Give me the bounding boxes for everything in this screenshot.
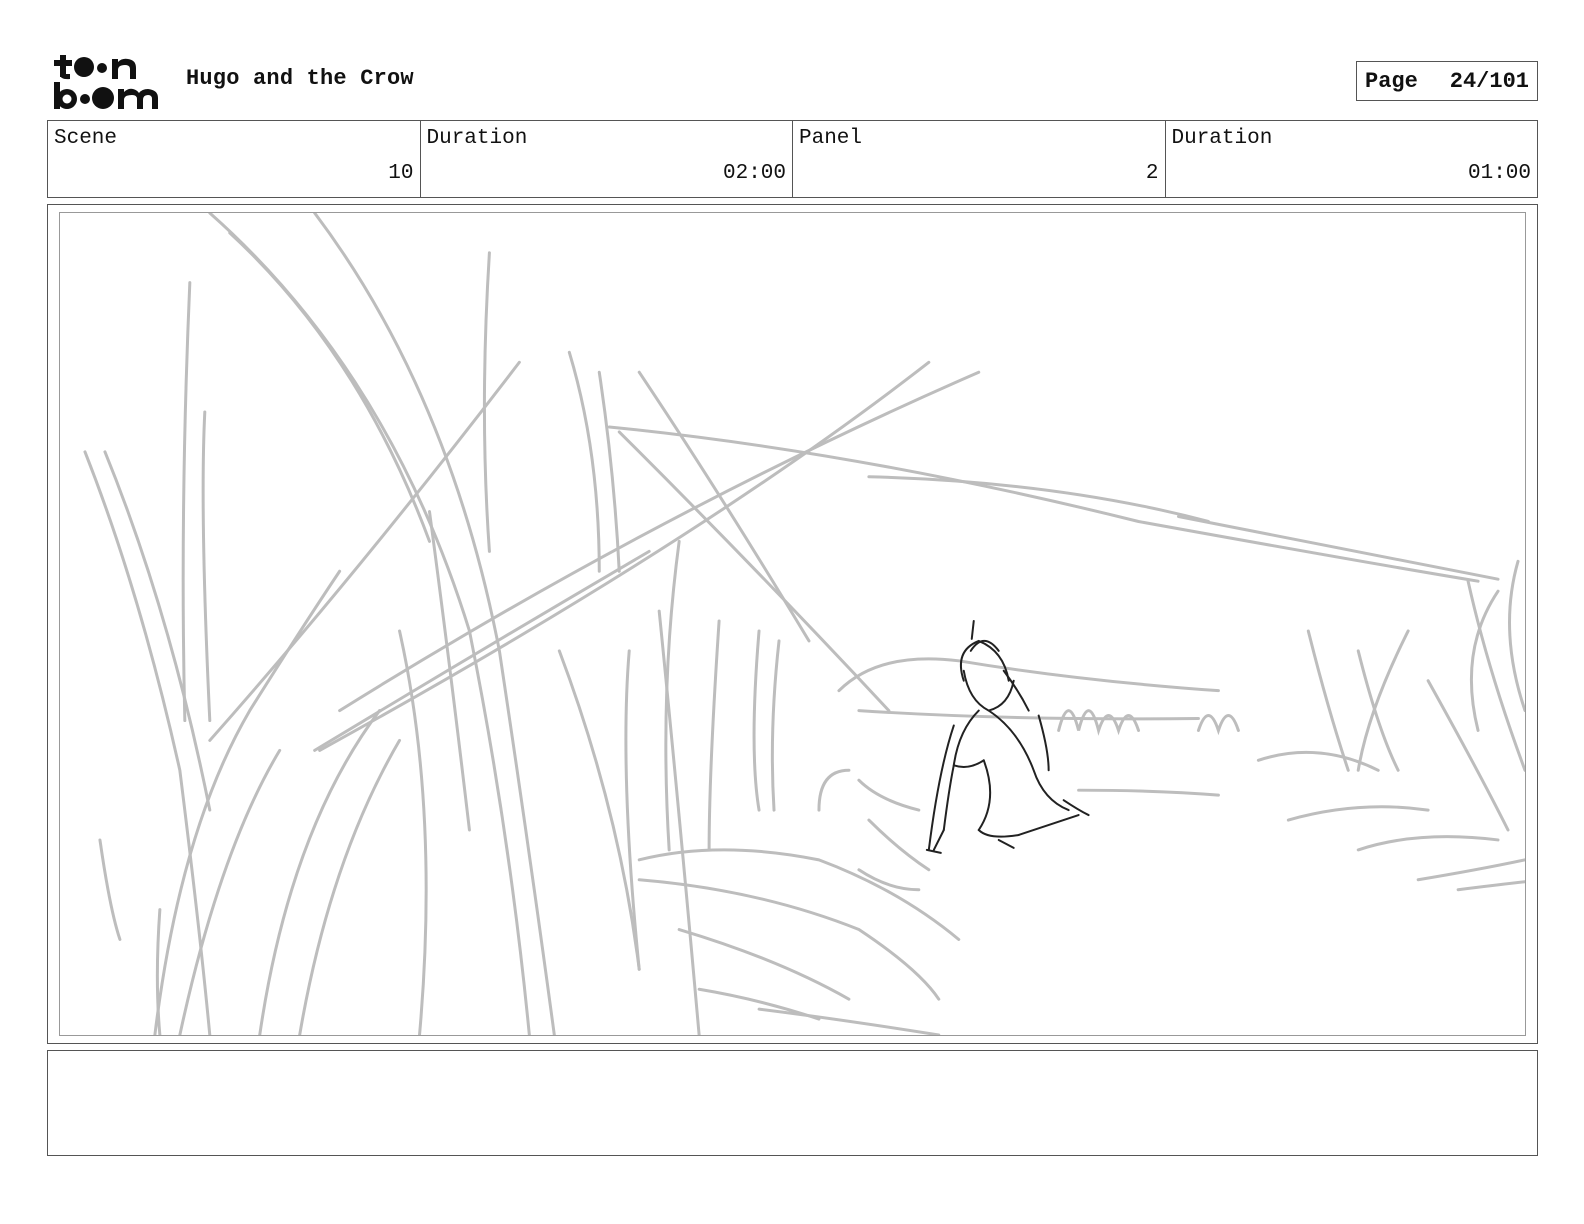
storyboard-sketch-icon <box>83 213 1525 1035</box>
scene-cell: Scene 10 <box>48 121 421 197</box>
storyboard-panel <box>47 204 1538 1044</box>
panel-duration-value: 01:00 <box>1467 162 1531 185</box>
panel-value: 2 <box>1145 162 1159 185</box>
toon-boom-logo-icon <box>54 55 158 109</box>
panel-image-area <box>59 212 1526 1036</box>
scene-duration-value: 02:00 <box>722 162 786 185</box>
panel-label: Panel <box>799 127 863 150</box>
panel-cell: Panel 2 <box>793 121 1166 197</box>
page-indicator: Page 24/101 <box>1356 61 1538 101</box>
scene-value: 10 <box>388 162 414 185</box>
page-label: Page <box>1365 68 1418 94</box>
info-row: Scene 10 Duration 02:00 Panel 2 Duration… <box>47 120 1538 198</box>
panel-duration-cell: Duration 01:00 <box>1166 121 1538 197</box>
scene-duration-label: Duration <box>426 127 528 150</box>
project-title: Hugo and the Crow <box>186 66 414 91</box>
panel-duration-label: Duration <box>1171 127 1273 150</box>
page-number: 24/101 <box>1449 68 1529 94</box>
scene-label: Scene <box>54 127 118 150</box>
scene-duration-cell: Duration 02:00 <box>421 121 793 197</box>
panel-notes[interactable] <box>47 1050 1538 1156</box>
